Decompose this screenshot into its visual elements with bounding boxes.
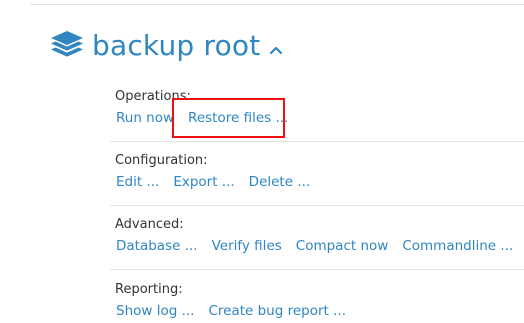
backup-header: backup root: [48, 24, 283, 68]
database-link[interactable]: Database ...: [116, 234, 198, 258]
section-divider: [110, 141, 524, 142]
section-label-operations: Operations:: [115, 89, 191, 104]
reporting-section: Reporting: Show log ... Create bug repor…: [110, 282, 524, 323]
compact-now-link[interactable]: Compact now: [296, 234, 389, 258]
operations-section: Operations: Run now Restore files ...: [110, 89, 524, 130]
reporting-links: Show log ... Create bug report ...: [110, 299, 524, 323]
configuration-links: Edit ... Export ... Delete ...: [110, 170, 524, 194]
advanced-links: Database ... Verify files Compact now Co…: [110, 234, 524, 258]
operations-links: Run now Restore files ...: [110, 106, 524, 130]
restore-files-link[interactable]: Restore files ...: [188, 106, 288, 130]
top-divider: [30, 4, 524, 5]
backup-detail-page: backup root Operations: Run now Restore …: [0, 0, 524, 323]
export-link[interactable]: Export ...: [173, 170, 234, 194]
edit-link[interactable]: Edit ...: [116, 170, 159, 194]
chevron-up-icon[interactable]: [269, 45, 283, 55]
create-bug-report-link[interactable]: Create bug report ...: [208, 299, 346, 323]
run-now-link[interactable]: Run now: [116, 106, 174, 130]
section-label-advanced: Advanced:: [115, 217, 184, 232]
delete-link[interactable]: Delete ...: [249, 170, 311, 194]
section-label-reporting: Reporting:: [115, 282, 183, 297]
section-label-configuration: Configuration:: [115, 153, 208, 168]
layers-stack-icon: [51, 31, 83, 57]
advanced-section: Advanced: Database ... Verify files Comp…: [110, 217, 524, 258]
configuration-section: Configuration: Edit ... Export ... Delet…: [110, 153, 524, 194]
backup-title[interactable]: backup root: [92, 24, 260, 68]
commandline-link[interactable]: Commandline ...: [402, 234, 513, 258]
section-divider: [110, 269, 524, 270]
section-divider: [110, 205, 524, 206]
show-log-link[interactable]: Show log ...: [116, 299, 194, 323]
verify-files-link[interactable]: Verify files: [212, 234, 282, 258]
